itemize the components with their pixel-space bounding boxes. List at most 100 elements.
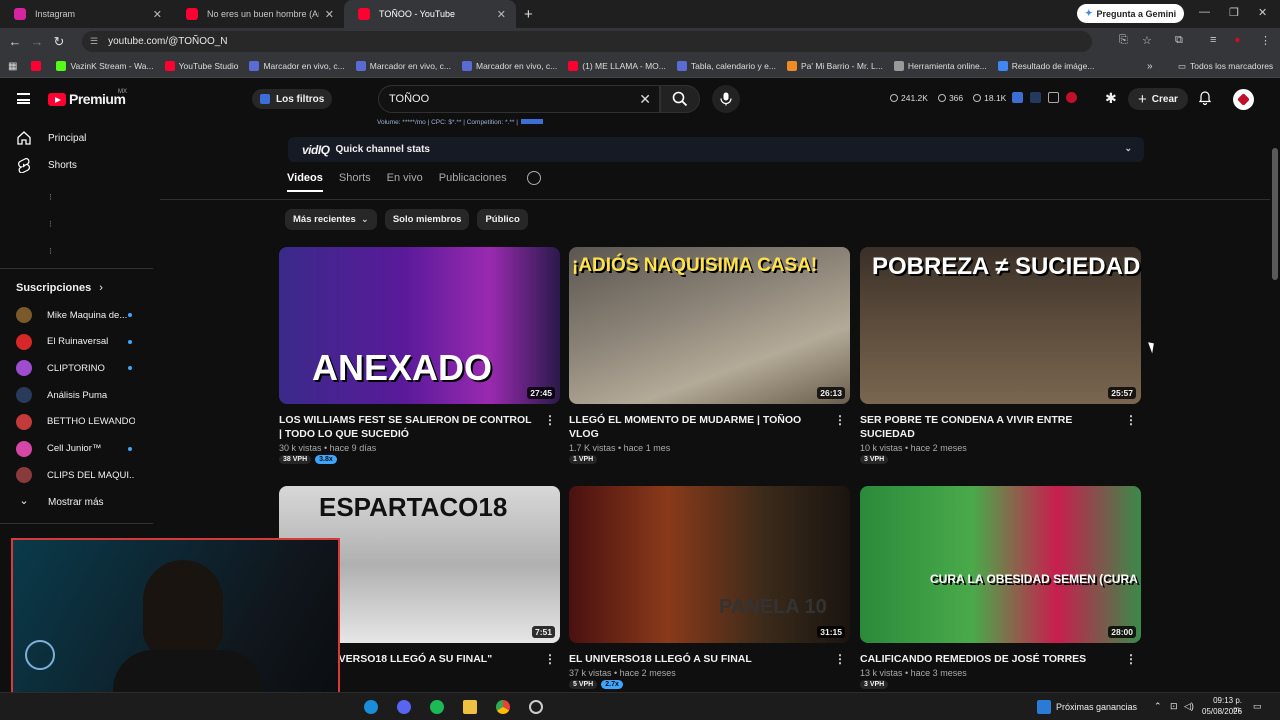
bookmark-item[interactable]: YouTube Studio — [164, 61, 238, 71]
reload-icon[interactable]: ↻ — [48, 34, 70, 50]
video-menu-icon[interactable]: ⋮ — [1125, 413, 1137, 427]
chrome-icon[interactable] — [496, 700, 510, 714]
sidebar-item-principal[interactable]: Principal — [0, 126, 153, 150]
video-title[interactable]: CALIFICANDO REMEDIOS DE JOSÉ TORRES — [860, 653, 1086, 665]
puzzle-icon[interactable]: ✱ — [1105, 90, 1117, 107]
chip-public[interactable]: Público — [477, 209, 528, 230]
video-thumbnail[interactable]: POBREZA ≠ SUCIEDAD 25:57 — [860, 247, 1141, 404]
subscriptions-header[interactable]: Suscripciones › — [16, 282, 103, 294]
browser-tab-video[interactable]: No eres un buen hombre (Anál ✕ — [172, 0, 344, 28]
bookmark-item[interactable] — [31, 61, 45, 71]
gemini-button[interactable]: ✦ Pregunta a Gemini — [1077, 4, 1185, 23]
spotify-icon[interactable] — [430, 700, 444, 714]
video-thumbnail[interactable]: CURA LA OBESIDAD SEMEN (CURA EL ACNE) 28:… — [860, 486, 1141, 643]
bookmark-item[interactable]: (1) ME LLAMA - MO... — [568, 61, 666, 71]
forward-icon[interactable]: → — [26, 34, 48, 49]
discord-icon[interactable] — [397, 700, 411, 714]
account-avatar[interactable] — [1233, 89, 1254, 110]
video-title[interactable]: LOS WILLIAMS FEST SE SALIERON DE CONTROL… — [279, 414, 531, 440]
obs-icon[interactable] — [529, 700, 543, 714]
page-scrollbar[interactable] — [1270, 118, 1280, 692]
notification-center-icon[interactable]: ▭ — [1253, 701, 1262, 712]
youtube-logo-icon[interactable] — [48, 93, 66, 106]
bookmark-item[interactable]: VazinK Stream - Wa... — [56, 61, 154, 71]
url-field[interactable]: ☰ youtube.com/@TOÑOO_N — [82, 31, 1092, 52]
filters-button[interactable]: Los filtros — [252, 89, 333, 109]
tab-shorts[interactable]: Shorts — [339, 172, 371, 192]
tray-chevron-icon[interactable]: ⌃ — [1154, 701, 1162, 712]
video-thumbnail[interactable]: ¡ADIÓS NAQUISIMA CASA! 26:13 — [569, 247, 850, 404]
video-title[interactable]: SER POBRE TE CONDENA A VIVIR ENTRE SUCIE… — [860, 414, 1072, 440]
video-title[interactable]: LLEGÓ EL MOMENTO DE MUDARME | TOÑOO VLOG — [569, 414, 801, 440]
subscription-item[interactable]: CLIPTORINO — [0, 358, 153, 378]
browser-tab-youtube-active[interactable]: TOÑOO - YouTube ✕ — [344, 0, 516, 28]
search-input[interactable]: TOÑOO ✕ — [378, 85, 660, 113]
close-tab-icon[interactable]: ✕ — [497, 8, 506, 21]
profile-icon[interactable]: ● — [1234, 34, 1241, 46]
tab-live[interactable]: En vivo — [387, 172, 423, 192]
notifications-bell-icon[interactable] — [1199, 91, 1211, 105]
brand-name[interactable]: Premium — [69, 91, 126, 107]
media-icon[interactable]: ≡ — [1210, 34, 1216, 46]
bookmark-item[interactable]: Herramienta online... — [893, 61, 987, 71]
widget-icon[interactable] — [1037, 700, 1051, 714]
bookmark-item[interactable]: Marcador en vivo, c... — [249, 61, 345, 71]
subscription-item[interactable]: Cell Junior™ — [0, 439, 153, 459]
clock-date[interactable]: 05/08/2026 — [1202, 707, 1242, 716]
close-tab-icon[interactable]: ✕ — [153, 8, 162, 21]
search-button[interactable] — [660, 85, 700, 113]
vidiq-icon[interactable] — [1012, 92, 1023, 103]
vidiq-bulb-icon[interactable] — [1048, 92, 1059, 103]
video-title[interactable]: EL UNIVERSO18 LLEGÓ A SU FINAL — [569, 653, 752, 665]
video-card[interactable]: POBREZA ≠ SUCIEDAD 25:57 SER POBRE TE COND… — [860, 247, 1141, 464]
bookmark-item[interactable]: Tabla, calendario y e... — [676, 61, 776, 71]
bookmark-item[interactable]: Marcador en vivo, c... — [462, 61, 557, 71]
show-more-button[interactable]: ⌄ Mostrar más — [0, 490, 153, 514]
channel-search-icon[interactable] — [526, 171, 541, 185]
video-menu-icon[interactable]: ⋮ — [834, 652, 846, 666]
hamburger-menu-icon[interactable] — [17, 93, 30, 104]
restore-icon[interactable]: ❐ — [1229, 6, 1239, 19]
video-menu-icon[interactable]: ⋮ — [544, 652, 556, 666]
video-menu-icon[interactable]: ⋮ — [544, 413, 556, 427]
extensions-icon[interactable]: ⧉ — [1175, 34, 1183, 47]
site-info-icon[interactable]: ☰ — [90, 36, 98, 47]
video-thumbnail[interactable]: PANELA 10 31:15 — [569, 486, 850, 643]
subscription-item[interactable]: Análisis Puma — [0, 385, 153, 405]
chip-members-only[interactable]: Solo miembros — [384, 209, 470, 230]
menu-kebab-icon[interactable]: ⋮ — [1260, 34, 1271, 47]
bookmark-star-icon[interactable]: ☆ — [1142, 34, 1152, 47]
edge-icon[interactable] — [364, 700, 378, 714]
new-tab-button[interactable]: + — [524, 6, 533, 23]
vidiq-alert-icon[interactable] — [1066, 92, 1077, 103]
chevron-down-icon[interactable]: ⌄ — [1124, 143, 1132, 154]
video-menu-icon[interactable]: ⋮ — [834, 413, 846, 427]
network-icon[interactable]: ⊡ — [1170, 701, 1178, 712]
all-bookmarks-folder[interactable]: ▭ Todos los marcadores — [1178, 61, 1273, 72]
subscription-item[interactable]: Mike Maquina de... — [0, 305, 153, 325]
create-button[interactable]: + Crear — [1128, 88, 1188, 110]
apps-grid-icon[interactable]: ▦ — [8, 61, 17, 72]
tab-videos[interactable]: Videos — [287, 172, 323, 192]
video-card[interactable]: PANELA 10 31:15 EL UNIVERSO18 LLEGÓ A SU F… — [569, 486, 850, 689]
minimize-icon[interactable]: — — [1199, 6, 1210, 18]
clear-search-icon[interactable]: ✕ — [639, 91, 651, 108]
video-thumbnail[interactable]: ANEXADO 27:45 — [279, 247, 560, 404]
chip-most-recent[interactable]: Más recientes ⌄ — [285, 209, 377, 230]
sidebar-item-shorts[interactable]: Shorts — [0, 153, 153, 177]
subscription-item[interactable]: CLIPS DEL MAQUI... — [0, 465, 153, 485]
install-icon[interactable]: ⎘ — [1119, 34, 1128, 47]
video-card[interactable]: ¡ADIÓS NAQUISIMA CASA! 26:13 LLEGÓ EL MOME… — [569, 247, 850, 464]
browser-tab-instagram[interactable]: Instagram ✕ — [0, 0, 172, 28]
tab-posts[interactable]: Publicaciones — [439, 172, 507, 192]
more-bookmarks-icon[interactable]: » — [1147, 61, 1153, 72]
subscription-item[interactable]: BETTHO LEWANDO... — [0, 412, 153, 432]
scrollbar-thumb[interactable] — [1272, 148, 1278, 280]
video-card[interactable]: CURA LA OBESIDAD SEMEN (CURA EL ACNE) 28:… — [860, 486, 1141, 689]
vidiq-list-icon[interactable] — [1030, 92, 1041, 103]
close-tab-icon[interactable]: ✕ — [325, 8, 334, 21]
close-window-icon[interactable]: ✕ — [1258, 6, 1267, 19]
file-explorer-icon[interactable] — [463, 700, 477, 714]
subscription-item[interactable]: El Ruinaversal — [0, 332, 153, 352]
back-icon[interactable]: ← — [4, 34, 26, 49]
